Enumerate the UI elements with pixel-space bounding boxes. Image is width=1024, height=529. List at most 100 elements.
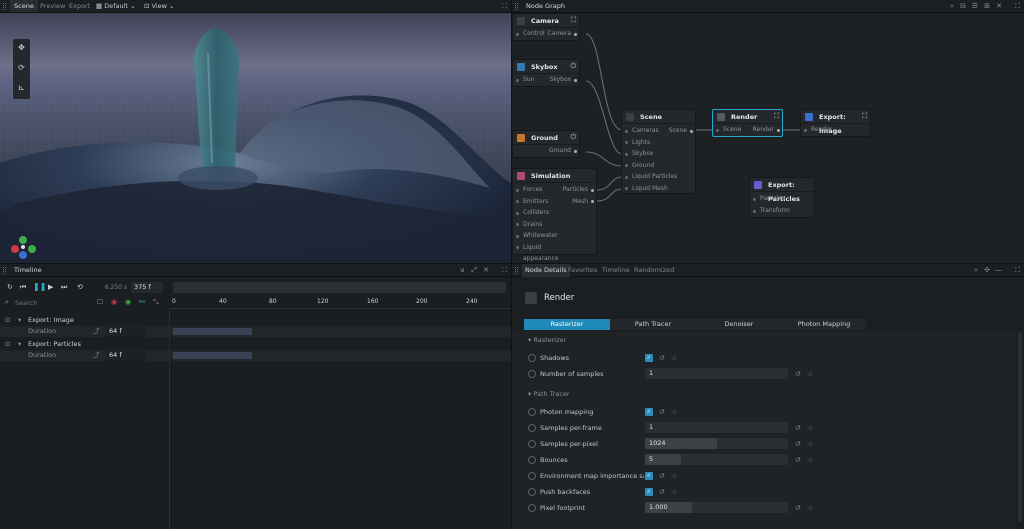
scrollbar[interactable] bbox=[1018, 332, 1022, 522]
curve-icon[interactable]: ⤴ bbox=[93, 326, 100, 337]
prop-pixel-footprint[interactable]: Pixel footprint 1.000 ↺ ☆ bbox=[528, 501, 1018, 515]
port-lights[interactable]: Lights bbox=[622, 137, 682, 149]
port-dot[interactable] bbox=[574, 78, 577, 82]
search-icon[interactable]: ⌕ bbox=[974, 267, 978, 274]
rotate-icon[interactable]: ⟳ bbox=[13, 63, 30, 72]
record-icon[interactable]: ◉ bbox=[111, 299, 117, 306]
scene-viewport[interactable]: ✥ ⟳ ⊾ bbox=[0, 13, 511, 263]
node-ground[interactable]: Ground ⏻ Ground bbox=[512, 130, 580, 158]
keyframe-toggle[interactable] bbox=[528, 424, 536, 432]
port-dot[interactable] bbox=[516, 188, 519, 192]
subtab-denoiser[interactable]: Denoiser bbox=[696, 319, 782, 330]
reset-icon[interactable]: ↺ bbox=[795, 421, 801, 435]
port-camera[interactable]: Camera bbox=[545, 28, 579, 40]
track-param-row[interactable]: Duration ⤴ 64 f bbox=[0, 350, 511, 361]
node-render[interactable]: Render ⛶ Scene Render bbox=[712, 109, 783, 137]
port-liquid-particles[interactable]: Liquid Particles bbox=[622, 171, 682, 183]
port-dot[interactable] bbox=[516, 223, 519, 226]
magnet-icon[interactable]: ⊍ bbox=[460, 267, 465, 274]
star-icon[interactable]: ☆ bbox=[671, 469, 677, 483]
tab-export[interactable]: Export bbox=[69, 0, 90, 12]
tab-randomized[interactable]: Randomized bbox=[634, 264, 674, 277]
repeat-icon[interactable]: ⟲ bbox=[77, 284, 83, 291]
timeline-ruler[interactable]: 0 40 80 120 160 200 240 bbox=[170, 295, 511, 309]
reset-icon[interactable]: ↺ bbox=[795, 437, 801, 451]
param-value[interactable]: 64 f bbox=[106, 326, 146, 337]
horizontal-splitter[interactable] bbox=[0, 263, 1024, 264]
star-icon[interactable]: ☆ bbox=[671, 405, 677, 419]
pixel-footprint-field[interactable]: 1.000 bbox=[645, 502, 788, 513]
port-skybox[interactable]: Skybox bbox=[541, 74, 579, 86]
bounces-field[interactable]: 5 bbox=[645, 454, 788, 465]
port-dot[interactable] bbox=[574, 149, 577, 153]
port-dot[interactable] bbox=[516, 78, 519, 82]
reset-icon[interactable]: ↺ bbox=[659, 485, 665, 499]
port-dot[interactable] bbox=[753, 209, 756, 213]
drag-handle[interactable] bbox=[3, 3, 6, 10]
layout-dropdown[interactable]: ▦ Default ⌄ bbox=[96, 0, 136, 12]
port-dot[interactable] bbox=[516, 211, 519, 215]
port-ground-in[interactable]: Ground bbox=[622, 160, 682, 172]
prop-samples-per-pixel[interactable]: Samples per-pixel 1024 ↺ ☆ bbox=[528, 437, 1018, 451]
node-export-image[interactable]: Export: Image ⛶ Render bbox=[800, 109, 871, 137]
port-ground[interactable]: Ground bbox=[539, 145, 579, 157]
settings-icon[interactable]: ✣ bbox=[984, 267, 990, 274]
keyframe-toggle[interactable] bbox=[528, 456, 536, 464]
keyframe-toggle[interactable] bbox=[528, 408, 536, 416]
port-dot[interactable] bbox=[804, 128, 807, 132]
port-transform-in[interactable]: Transform bbox=[750, 205, 800, 217]
keyframe-toggle[interactable] bbox=[528, 488, 536, 496]
keyframe-toggle[interactable] bbox=[528, 472, 536, 480]
expand-icon[interactable]: ⤢ bbox=[471, 267, 477, 274]
port-dot[interactable] bbox=[625, 129, 628, 133]
port-dot[interactable] bbox=[625, 164, 628, 167]
port-dot[interactable] bbox=[591, 188, 594, 192]
curve-icon[interactable]: ⤴ bbox=[93, 350, 100, 361]
port-dot[interactable] bbox=[625, 141, 628, 144]
keyframe-toggle[interactable] bbox=[528, 504, 536, 512]
shadows-checkbox[interactable]: ✓ bbox=[645, 354, 653, 362]
track-export-image[interactable]: ⊡ ▾ Export: Image bbox=[0, 315, 170, 326]
maximize-icon[interactable]: ⛶ bbox=[1015, 267, 1020, 274]
maximize-icon[interactable]: ⛶ bbox=[774, 113, 779, 120]
samples-per-pixel-field[interactable]: 1024 bbox=[645, 438, 788, 449]
star-icon[interactable]: ☆ bbox=[807, 453, 813, 467]
star-icon[interactable]: ☆ bbox=[807, 421, 813, 435]
port-liquid-appearance[interactable]: Liquid appearance bbox=[513, 242, 568, 262]
push-backfaces-checkbox[interactable]: ✓ bbox=[645, 488, 653, 496]
prop-environment-map-importance[interactable]: Environment map importance sa ✓ ↺ ☆ bbox=[528, 469, 1018, 483]
keyframe-icon[interactable]: ◉ bbox=[125, 299, 131, 306]
port-colliders[interactable]: Colliders bbox=[513, 207, 568, 219]
track-export-particles[interactable]: ⊡ ▾ Export: Particles bbox=[0, 339, 170, 350]
port-particles-in[interactable]: Particles bbox=[750, 193, 800, 205]
tab-node-details[interactable]: Node Details bbox=[522, 264, 570, 277]
port-whitewater[interactable]: Whitewater bbox=[513, 230, 568, 242]
frame-input[interactable]: 375 f bbox=[131, 282, 163, 293]
power-icon[interactable]: ⏻ bbox=[570, 63, 576, 70]
subtab-rasterizer[interactable]: Rasterizer bbox=[524, 319, 610, 330]
star-icon[interactable]: ☆ bbox=[671, 485, 677, 499]
reset-icon[interactable]: ↺ bbox=[795, 453, 801, 467]
photon-mapping-checkbox[interactable]: ✓ bbox=[645, 408, 653, 416]
maximize-icon[interactable]: ⛶ bbox=[502, 267, 507, 274]
port-dot[interactable] bbox=[753, 197, 756, 201]
keyframe-toggle[interactable] bbox=[528, 440, 536, 448]
node-graph-panel[interactable]: Node Graph ⌕ ⊟ ☰ ⊞ ✕ ⛶ Camera ⛶ Control C… bbox=[512, 0, 1024, 263]
port-liquid-mesh[interactable]: Liquid Mesh bbox=[622, 183, 682, 195]
reset-icon[interactable]: ↺ bbox=[795, 367, 801, 381]
vertical-splitter[interactable] bbox=[511, 0, 512, 529]
skip-forward-icon[interactable]: ⏭ bbox=[61, 284, 67, 291]
maximize-icon[interactable]: ⛶ bbox=[862, 113, 867, 120]
loop-icon[interactable]: ↻ bbox=[7, 284, 13, 291]
close-icon[interactable]: ✕ bbox=[483, 267, 489, 274]
tab-preview[interactable]: Preview bbox=[40, 0, 65, 12]
prop-photon-mapping[interactable]: Photon mapping ✓ ↺ ☆ bbox=[528, 405, 1018, 419]
port-control[interactable]: Control bbox=[513, 28, 547, 40]
port-dot[interactable] bbox=[516, 234, 519, 238]
maximize-icon[interactable]: ⛶ bbox=[502, 3, 507, 10]
drag-handle[interactable] bbox=[515, 267, 518, 274]
collapse-icon[interactable]: ▾ bbox=[18, 315, 21, 326]
axes-icon[interactable]: ⊾ bbox=[13, 83, 30, 92]
port-mesh[interactable]: Mesh bbox=[551, 196, 596, 208]
port-dot[interactable] bbox=[516, 32, 519, 36]
